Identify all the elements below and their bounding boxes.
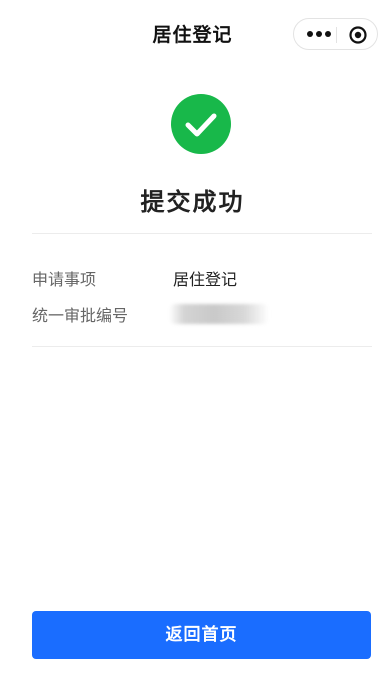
page: 居住登记 提交成功 申请事项 居住登记 统一审批编号 返回首页 (0, 0, 385, 676)
detail-row-item: 申请事项 居住登记 (32, 266, 372, 290)
detail-label: 统一审批编号 (32, 306, 129, 325)
navigation-bar: 居住登记 (0, 0, 385, 68)
mini-program-capsule (293, 18, 378, 50)
more-dots-icon[interactable] (306, 28, 332, 40)
target-circle-icon[interactable] (348, 25, 368, 45)
detail-label: 申请事项 (32, 270, 97, 289)
divider-bottom (32, 346, 372, 347)
detail-value: 居住登记 (173, 270, 238, 289)
result-title: 提交成功 (140, 188, 245, 216)
detail-row-number: 统一审批编号 (32, 302, 372, 326)
divider-top (32, 233, 372, 234)
back-home-button[interactable]: 返回首页 (32, 611, 371, 659)
redacted-number (169, 304, 269, 324)
capsule-divider (336, 27, 337, 43)
check-circle-icon (171, 94, 231, 154)
